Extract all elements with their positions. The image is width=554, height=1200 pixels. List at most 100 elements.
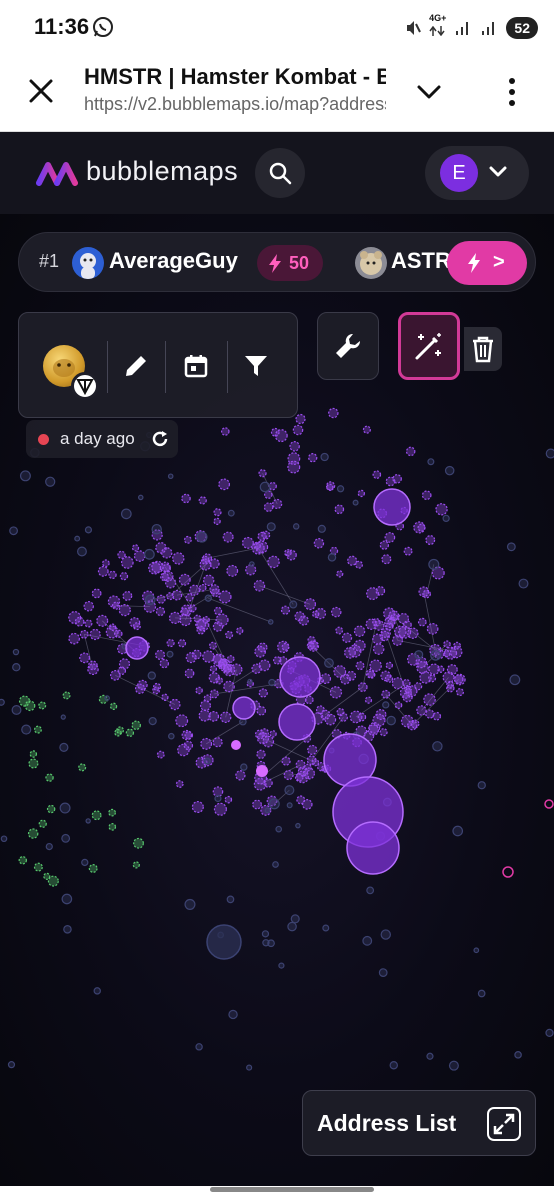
wallet-bubble[interactable] xyxy=(79,629,89,639)
wallet-bubble[interactable] xyxy=(263,502,274,512)
wallet-bubble[interactable] xyxy=(446,680,455,689)
wallet-bubble[interactable] xyxy=(256,765,268,777)
holder-bubble[interactable] xyxy=(373,488,411,526)
wallet-bubble[interactable] xyxy=(137,679,148,691)
wallet-bubble[interactable] xyxy=(442,514,450,523)
wallet-bubble[interactable] xyxy=(294,773,304,782)
wallet-bubble[interactable] xyxy=(79,652,91,664)
holder-bubble[interactable] xyxy=(206,924,242,960)
wallet-bubble[interactable] xyxy=(198,584,207,592)
wallet-bubble[interactable] xyxy=(378,968,388,977)
wallet-bubble[interactable] xyxy=(258,469,267,478)
wallet-bubble[interactable] xyxy=(181,729,193,741)
wallet-bubble[interactable] xyxy=(249,561,255,567)
wallet-bubble[interactable] xyxy=(118,603,131,617)
wallet-bubble[interactable] xyxy=(259,728,270,738)
wallet-bubble[interactable] xyxy=(59,802,71,814)
wallet-bubble[interactable] xyxy=(262,735,275,748)
wallet-bubble[interactable] xyxy=(443,640,451,648)
wallet-bubble[interactable] xyxy=(85,818,91,824)
wallet-bubble[interactable] xyxy=(213,802,227,816)
wallet-bubble[interactable] xyxy=(272,656,282,665)
wallet-bubble[interactable] xyxy=(336,570,344,578)
wallet-bubble[interactable] xyxy=(231,740,241,750)
wallet-bubble[interactable] xyxy=(399,686,412,699)
wallet-bubble[interactable] xyxy=(423,693,436,706)
wallet-bubble[interactable] xyxy=(355,661,365,671)
bubble-map[interactable]: #1 AverageGuy 50 ASTRO > xyxy=(0,214,554,1186)
wallet-bubble[interactable] xyxy=(289,441,300,452)
wallet-bubble[interactable] xyxy=(168,611,182,624)
date-button[interactable] xyxy=(177,347,215,385)
wallet-bubble[interactable] xyxy=(372,470,382,479)
wallet-bubble[interactable] xyxy=(208,641,217,650)
wallet-bubble[interactable] xyxy=(60,714,66,720)
wallet-bubble[interactable] xyxy=(179,613,192,627)
wallet-bubble[interactable] xyxy=(272,861,279,868)
wallet-bubble[interactable] xyxy=(108,623,117,631)
wallet-bubble[interactable] xyxy=(108,823,117,831)
wallet-bubble[interactable] xyxy=(88,864,98,873)
wallet-bubble[interactable] xyxy=(362,935,373,946)
wallet-bubble[interactable] xyxy=(335,626,344,635)
wallet-bubble[interactable] xyxy=(307,744,318,756)
wallet-bubble[interactable] xyxy=(171,589,183,601)
wallet-bubble[interactable] xyxy=(148,716,157,726)
wallet-bubble[interactable] xyxy=(116,726,125,735)
wallet-bubble[interactable] xyxy=(405,446,416,457)
wallet-bubble[interactable] xyxy=(193,614,202,623)
wallet-bubble[interactable] xyxy=(444,646,458,660)
wallet-bubble[interactable] xyxy=(304,695,314,705)
wallet-bubble[interactable] xyxy=(389,1061,398,1070)
wallet-bubble[interactable] xyxy=(87,660,98,671)
wallet-bubble[interactable] xyxy=(172,552,185,565)
wallet-bubble[interactable] xyxy=(156,594,166,604)
wallet-bubble[interactable] xyxy=(329,686,343,699)
wallet-bubble[interactable] xyxy=(33,725,42,734)
wallet-bubble[interactable] xyxy=(218,590,232,604)
wallet-bubble[interactable] xyxy=(83,600,94,612)
wallet-bubble[interactable] xyxy=(428,558,440,570)
wallet-bubble[interactable] xyxy=(402,679,411,688)
wallet-bubble[interactable] xyxy=(241,536,254,549)
wallet-bubble[interactable] xyxy=(166,650,174,658)
wallet-bubble[interactable] xyxy=(59,742,69,752)
wallet-bubble[interactable] xyxy=(252,799,262,810)
wallet-bubble[interactable] xyxy=(253,777,267,791)
wallet-bubble[interactable] xyxy=(160,572,170,582)
wallet-bubble[interactable] xyxy=(272,498,283,510)
wallet-bubble[interactable] xyxy=(183,740,194,751)
wallet-bubble[interactable] xyxy=(162,563,171,573)
wallet-bubble[interactable] xyxy=(91,588,102,599)
wallet-bubble[interactable] xyxy=(131,720,141,731)
wallet-bubble[interactable] xyxy=(452,825,464,837)
wallet-bubble[interactable] xyxy=(373,620,385,631)
wallet-bubble[interactable] xyxy=(448,1060,459,1071)
wallet-bubble[interactable] xyxy=(545,1028,554,1038)
wallet-bubble[interactable] xyxy=(21,724,32,735)
wallet-bubble[interactable] xyxy=(96,614,109,627)
wallet-bubble[interactable] xyxy=(147,671,156,680)
wallet-bubble[interactable] xyxy=(320,709,331,720)
wallet-bubble[interactable] xyxy=(200,737,213,750)
wallet-bubble[interactable] xyxy=(213,517,221,526)
wallet-bubble[interactable] xyxy=(144,594,156,606)
wallet-bubble[interactable] xyxy=(456,688,464,697)
wallet-bubble[interactable] xyxy=(189,584,201,596)
wallet-bubble[interactable] xyxy=(202,650,215,663)
wallet-bubble[interactable] xyxy=(156,750,165,759)
wallet-bubble[interactable] xyxy=(38,701,47,710)
wallet-bubble[interactable] xyxy=(385,661,394,670)
wallet-bubble[interactable] xyxy=(45,773,54,782)
wallet-bubble[interactable] xyxy=(327,553,337,562)
leaderboard-second-name[interactable]: ASTRO xyxy=(391,248,451,274)
wallet-bubble[interactable] xyxy=(198,496,207,505)
wallet-bubble[interactable] xyxy=(24,700,36,712)
wallet-bubble[interactable] xyxy=(473,947,480,954)
magic-wand-button[interactable] xyxy=(398,312,460,380)
wallet-bubble[interactable] xyxy=(226,895,235,904)
wallet-bubble[interactable] xyxy=(209,665,218,673)
wallet-bubble[interactable] xyxy=(220,427,230,436)
edit-button[interactable] xyxy=(117,347,155,385)
wallet-bubble[interactable] xyxy=(379,540,390,550)
